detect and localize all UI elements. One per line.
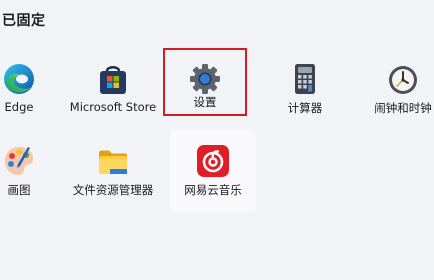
settings-gear-icon: [190, 64, 220, 94]
app-label: 计算器: [287, 101, 323, 115]
pinned-app-microsoft-store[interactable]: Microsoft Store: [70, 48, 156, 130]
app-label: Microsoft Store: [69, 100, 157, 114]
app-label: 闹钟和时钟: [374, 101, 432, 115]
pinned-app-settings[interactable]: 设置: [163, 48, 247, 116]
pinned-section-title: 已固定: [2, 13, 46, 29]
edge-icon: [4, 64, 34, 94]
pinned-app-edge[interactable]: Edge: [0, 48, 62, 130]
app-label: 网易云音乐: [184, 183, 242, 197]
pinned-app-netease-music[interactable]: 网易云音乐: [170, 130, 256, 212]
app-label: 文件资源管理器: [72, 183, 154, 197]
pinned-app-alarm-clock[interactable]: 闹钟和时钟: [360, 48, 434, 130]
calculator-icon: [295, 64, 315, 94]
paint-icon: [5, 147, 34, 175]
netease-music-icon: [197, 145, 229, 177]
app-label: 设置: [193, 95, 217, 109]
alarm-clock-icon: [389, 66, 417, 94]
store-icon: [100, 66, 126, 94]
folder-icon: [99, 150, 127, 174]
pinned-app-paint[interactable]: 画图: [0, 130, 62, 212]
pinned-app-file-explorer[interactable]: 文件资源管理器: [70, 130, 156, 212]
pinned-app-calculator[interactable]: 计算器: [262, 48, 348, 130]
